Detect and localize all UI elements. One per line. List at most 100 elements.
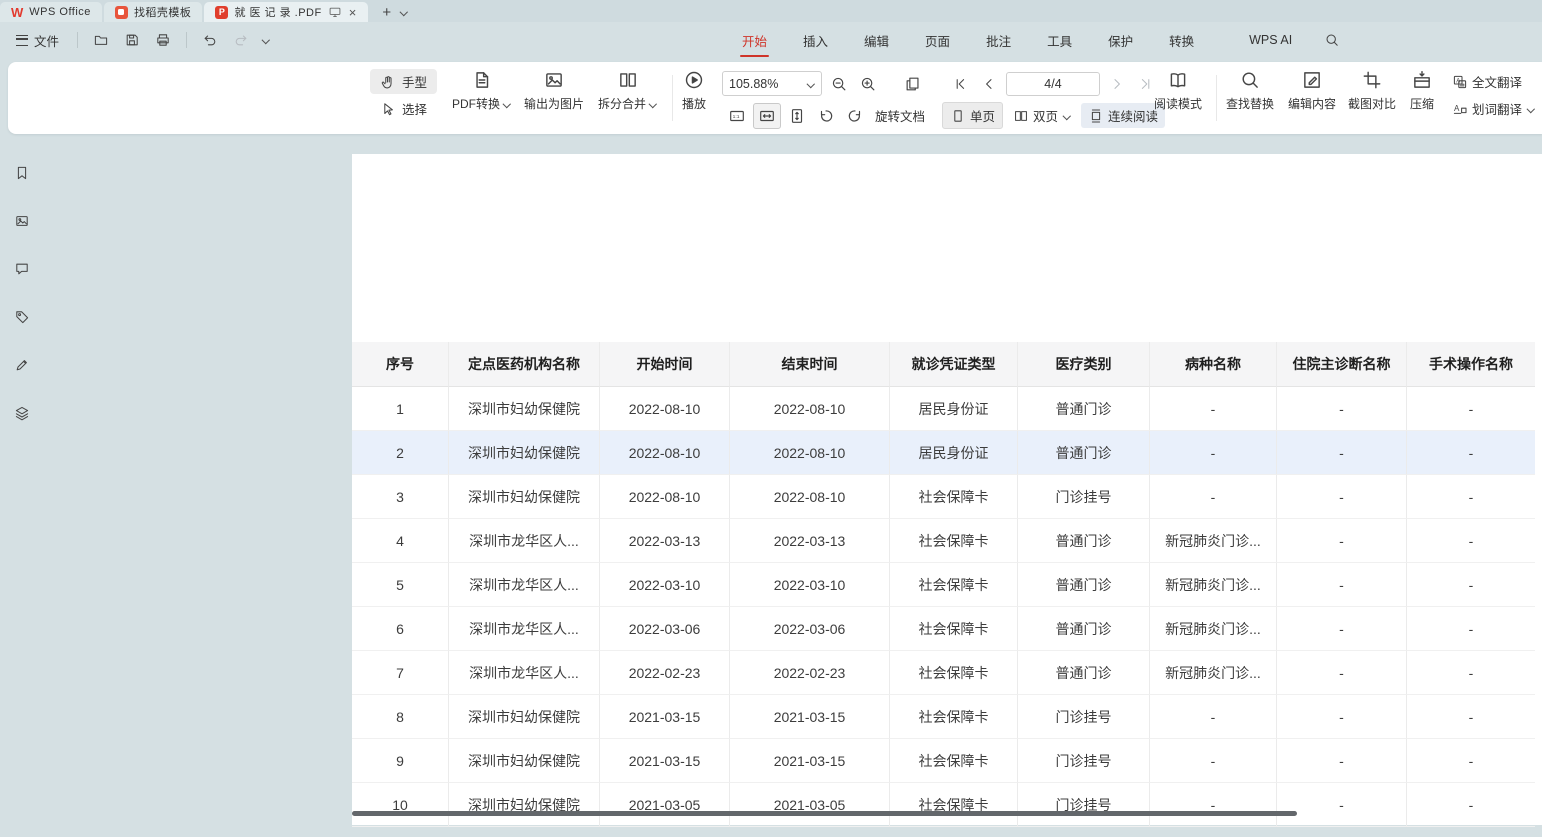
table-cell: 社会保障卡 bbox=[890, 607, 1018, 651]
print-button[interactable] bbox=[152, 28, 174, 52]
first-page-button[interactable] bbox=[948, 72, 972, 96]
rotate-right-button[interactable] bbox=[842, 104, 868, 128]
zoom-out-button[interactable] bbox=[827, 72, 851, 96]
screenshot-compare-button[interactable]: 截图对比 bbox=[1348, 69, 1396, 112]
table-cell: - bbox=[1407, 431, 1535, 475]
fit-page-button[interactable] bbox=[784, 104, 810, 128]
table-header-cell: 病种名称 bbox=[1150, 342, 1277, 387]
table-cell: 2022-08-10 bbox=[730, 431, 890, 475]
table-cell: 居民身份证 bbox=[890, 431, 1018, 475]
actual-size-button[interactable] bbox=[724, 104, 750, 128]
hamburger-icon bbox=[16, 35, 28, 46]
close-tab-icon[interactable]: × bbox=[348, 6, 358, 19]
word-translate-button[interactable]: 划词翻译 bbox=[1452, 99, 1535, 118]
zoom-in-button[interactable] bbox=[856, 72, 880, 96]
signature-panel-button[interactable] bbox=[9, 352, 35, 378]
menu-search-button[interactable] bbox=[1324, 22, 1340, 58]
table-header-cell: 手术操作名称 bbox=[1407, 342, 1535, 387]
hand-tool-button[interactable]: 手型 bbox=[370, 69, 437, 94]
table-cell: 2022-03-13 bbox=[730, 519, 890, 563]
table-cell: - bbox=[1407, 651, 1535, 695]
table-row: 9深圳市妇幼保健院2021-03-152021-03-15社会保障卡门诊挂号--… bbox=[352, 739, 1535, 783]
play-button[interactable]: 播放 bbox=[682, 69, 706, 112]
split-merge-icon bbox=[617, 69, 639, 91]
select-tool-button[interactable]: 选择 bbox=[370, 96, 437, 121]
zoom-select[interactable]: 105.88% bbox=[722, 71, 822, 96]
comment-panel-button[interactable] bbox=[9, 256, 35, 282]
table-cell: 普通门诊 bbox=[1018, 431, 1150, 475]
save-button[interactable] bbox=[121, 28, 143, 52]
attachment-panel-button[interactable] bbox=[9, 304, 35, 330]
menu-tab-page[interactable]: 页面 bbox=[923, 22, 952, 58]
table-cell: 2021-03-15 bbox=[600, 739, 730, 783]
tab-docer-templates[interactable]: 找稻壳模板 bbox=[104, 2, 203, 22]
single-page-button[interactable]: 单页 bbox=[942, 102, 1003, 129]
menu-tab-edit[interactable]: 编辑 bbox=[862, 22, 891, 58]
single-page-icon bbox=[950, 108, 966, 124]
tab-wps-office[interactable]: W WPS Office bbox=[0, 2, 102, 22]
compress-button[interactable]: 压缩 bbox=[1410, 69, 1434, 112]
extract-page-button[interactable] bbox=[901, 72, 925, 96]
new-tab-button[interactable]: + bbox=[370, 5, 399, 22]
menu-tab-protect[interactable]: 保护 bbox=[1106, 22, 1135, 58]
crop-icon bbox=[1361, 69, 1383, 91]
table-cell: - bbox=[1150, 387, 1277, 431]
tab-document[interactable]: P 就 医 记 录 .PDF × bbox=[204, 2, 368, 22]
menu-tab-home[interactable]: 开始 bbox=[740, 22, 769, 58]
thumbnail-panel-button[interactable] bbox=[9, 208, 35, 234]
menu-tab-wps-ai[interactable]: WPS AI bbox=[1228, 22, 1292, 58]
double-page-icon bbox=[1013, 108, 1029, 124]
table-row: 6深圳市龙华区人...2022-03-062022-03-06社会保障卡普通门诊… bbox=[352, 607, 1535, 651]
read-mode-button[interactable]: 阅读模式 bbox=[1154, 69, 1202, 112]
file-menu-button[interactable]: 文件 bbox=[10, 27, 65, 54]
menu-tab-convert[interactable]: 转换 bbox=[1167, 22, 1196, 58]
menu-tab-comment[interactable]: 批注 bbox=[984, 22, 1013, 58]
table-cell: 2022-02-23 bbox=[730, 651, 890, 695]
fit-width-button[interactable] bbox=[753, 103, 781, 129]
menu-tab-strip: 开始 插入 编辑 页面 批注 工具 保护 转换 WPS AI bbox=[740, 22, 1340, 58]
table-cell: 2021-03-15 bbox=[730, 739, 890, 783]
table-cell: - bbox=[1407, 739, 1535, 783]
bookmark-panel-button[interactable] bbox=[9, 160, 35, 186]
find-replace-button[interactable]: 查找替换 bbox=[1226, 69, 1274, 112]
continuous-read-label: 连续阅读 bbox=[1108, 106, 1158, 125]
table-cell: 社会保障卡 bbox=[890, 783, 1018, 827]
table-cell: - bbox=[1277, 519, 1407, 563]
undo-history-chevron-icon[interactable] bbox=[261, 36, 270, 45]
rotate-doc-button[interactable]: 旋转文档 bbox=[875, 106, 925, 125]
continuous-read-button[interactable]: 连续阅读 bbox=[1081, 103, 1165, 128]
chevron-down-icon bbox=[648, 99, 657, 108]
horizontal-scrollbar[interactable] bbox=[352, 811, 1297, 816]
double-page-button[interactable]: 双页 bbox=[1006, 103, 1078, 128]
wps-ai-logo-icon bbox=[1228, 32, 1244, 48]
menu-tab-insert[interactable]: 插入 bbox=[801, 22, 830, 58]
table-cell: 新冠肺炎门诊... bbox=[1150, 563, 1277, 607]
tab-list-chevron-icon[interactable] bbox=[399, 7, 408, 16]
table-cell: 普通门诊 bbox=[1018, 651, 1150, 695]
export-image-button[interactable]: 输出为图片 bbox=[524, 69, 584, 112]
page-number-input[interactable]: 4/4 bbox=[1006, 72, 1100, 96]
play-label: 播放 bbox=[682, 95, 706, 112]
layers-panel-button[interactable] bbox=[9, 400, 35, 426]
tab-label: 就 医 记 录 .PDF bbox=[234, 4, 321, 20]
table-cell: - bbox=[1407, 387, 1535, 431]
open-file-button[interactable] bbox=[90, 28, 112, 52]
undo-button[interactable] bbox=[199, 28, 221, 52]
table-cell: 新冠肺炎门诊... bbox=[1150, 607, 1277, 651]
menu-tab-tools[interactable]: 工具 bbox=[1045, 22, 1074, 58]
double-page-label: 双页 bbox=[1033, 106, 1058, 125]
rotate-left-button[interactable] bbox=[813, 104, 839, 128]
pdf-convert-button[interactable]: PDF转换 bbox=[452, 69, 511, 112]
table-header-cell: 结束时间 bbox=[730, 342, 890, 387]
pdf-convert-label: PDF转换 bbox=[452, 95, 500, 112]
edit-content-button[interactable]: 编辑内容 bbox=[1288, 69, 1336, 112]
table-cell: 2 bbox=[352, 431, 449, 475]
next-page-button[interactable] bbox=[1105, 72, 1129, 96]
bookmark-icon bbox=[14, 165, 30, 181]
redo-button[interactable] bbox=[230, 28, 252, 52]
table-header-cell: 序号 bbox=[352, 342, 449, 387]
export-image-icon bbox=[543, 69, 565, 91]
split-merge-button[interactable]: 拆分合并 bbox=[598, 69, 657, 112]
full-translate-button[interactable]: 全文翻译 bbox=[1452, 72, 1535, 91]
prev-page-button[interactable] bbox=[977, 72, 1001, 96]
